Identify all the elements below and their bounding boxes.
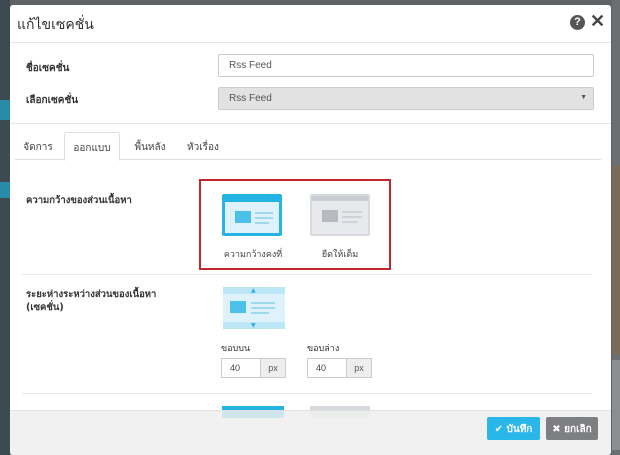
edit-section-modal: แก้ไขเซคชั่น ? ✕ ชื่อเซคชั่น Rss Feed เล… xyxy=(10,5,611,455)
cancel-button-label: ยกเลิก xyxy=(564,424,592,435)
divider xyxy=(22,274,592,275)
section-name-label: ชื่อเซคชั่น xyxy=(26,63,70,74)
fixed-width-label[interactable]: ความกว้างคงที่ xyxy=(213,247,293,261)
tab-background[interactable]: พื้นหลัง xyxy=(124,132,176,160)
content-width-label: ความกว้างของส่วนเนื้อหา xyxy=(26,195,132,206)
save-button-label: บันทึก xyxy=(506,424,533,435)
select-section-value: Rss Feed xyxy=(229,93,272,104)
section-spacing-icon: ▲ ▼ xyxy=(223,287,285,329)
bottom-margin-input[interactable]: 40 xyxy=(307,358,347,378)
tab-header[interactable]: หัวเรื่อง xyxy=(179,132,227,160)
top-margin-unit: px xyxy=(261,358,286,378)
cancel-button[interactable]: ✖ ยกเลิก xyxy=(546,417,598,440)
select-section-dropdown[interactable]: Rss Feed ▼ xyxy=(218,87,594,110)
select-section-label: เลือกเซคชั่น xyxy=(26,95,79,106)
full-width-layout-icon[interactable] xyxy=(310,194,370,236)
bottom-margin-label: ขอบล่าง xyxy=(307,344,340,354)
full-width-label[interactable]: ยืดให้เต็ม xyxy=(300,247,380,261)
tab-manage[interactable]: จัดการ xyxy=(15,132,61,160)
section-name-input[interactable]: Rss Feed xyxy=(218,54,594,77)
divider xyxy=(22,393,592,394)
fixed-width-layout-icon[interactable] xyxy=(222,194,282,236)
save-button[interactable]: ✔ บันทึก xyxy=(487,417,540,440)
top-margin-input[interactable]: 40 xyxy=(221,358,261,378)
background-left-strip xyxy=(0,0,10,455)
chevron-down-icon: ▼ xyxy=(580,94,587,101)
divider xyxy=(10,123,611,124)
spacing-label-line2: (เซคชั่น) xyxy=(26,302,64,313)
spacing-label-line1: ระยะห่างระหว่างส่วนของเนื้อหา xyxy=(26,289,157,300)
bottom-margin-unit: px xyxy=(347,358,372,378)
help-icon[interactable]: ? xyxy=(570,15,585,30)
check-icon: ✔ xyxy=(494,424,507,435)
close-icon[interactable]: ✕ xyxy=(590,11,605,32)
modal-title: แก้ไขเซคชั่น xyxy=(17,17,94,33)
modal-header: แก้ไขเซคชั่น ? ✕ xyxy=(10,5,611,43)
top-margin-label: ขอบบน xyxy=(221,344,251,354)
background-right-strip xyxy=(612,0,620,455)
close-icon: ✖ xyxy=(552,424,565,435)
tab-design[interactable]: ออกแบบ xyxy=(64,132,120,161)
tab-bar: จัดการ ออกแบบ พื้นหลัง หัวเรื่อง xyxy=(15,132,601,161)
